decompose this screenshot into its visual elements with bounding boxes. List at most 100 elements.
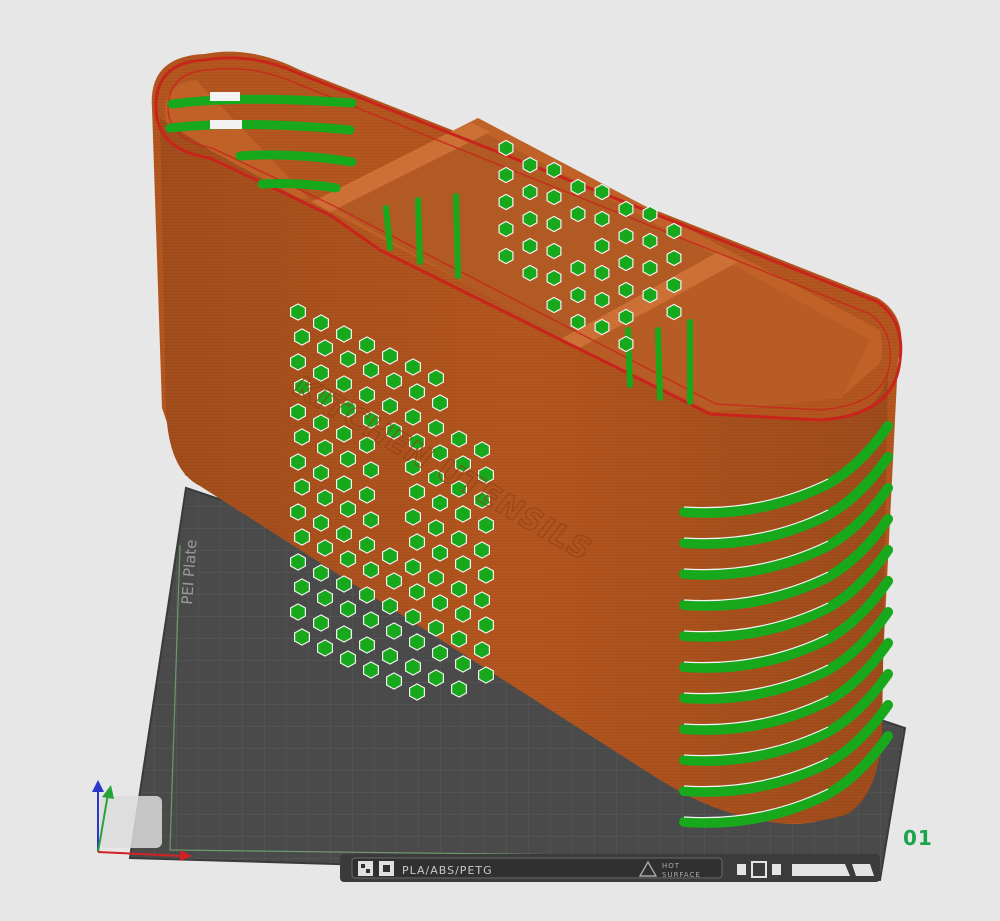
hex-hole [290, 353, 306, 371]
hex-hole [359, 486, 375, 504]
3d-viewport[interactable]: PEI Plate PLA/ABS/PETG HOT SURFACE KITCH… [0, 0, 1000, 921]
hex-hole [382, 347, 398, 365]
hex-hole [618, 308, 634, 326]
hex-hole [294, 328, 310, 346]
hex-hole [594, 291, 610, 309]
hex-hole [313, 514, 329, 532]
hex-hole [451, 530, 467, 548]
plate-index: 01 [903, 826, 933, 850]
hex-hole [340, 600, 356, 618]
hex-hole [336, 475, 352, 493]
hex-hole [522, 156, 538, 174]
hex-hole [428, 369, 444, 387]
hex-hole [409, 683, 425, 701]
hex-hole [428, 519, 444, 537]
hex-hole [405, 358, 421, 376]
hex-hole [666, 222, 682, 240]
hex-hole [340, 450, 356, 468]
hex-hole [618, 254, 634, 272]
hex-hole [363, 611, 379, 629]
hex-hole [498, 166, 514, 184]
hex-hole [428, 419, 444, 437]
hex-hole [317, 639, 333, 657]
hex-hole [359, 536, 375, 554]
hex-hole [451, 430, 467, 448]
hex-hole [336, 625, 352, 643]
hex-hole [522, 264, 538, 282]
hex-hole [386, 372, 402, 390]
hex-hole [294, 628, 310, 646]
hex-hole [313, 614, 329, 632]
hex-hole [474, 641, 490, 659]
hex-hole [618, 281, 634, 299]
hex-hole [317, 439, 333, 457]
hex-hole [618, 335, 634, 353]
hex-hole [478, 516, 494, 534]
hex-hole [478, 666, 494, 684]
hex-hole [570, 205, 586, 223]
hex-hole [294, 528, 310, 546]
hex-hole [363, 361, 379, 379]
hex-hole [522, 237, 538, 255]
hex-hole [455, 655, 471, 673]
hex-hole [498, 247, 514, 265]
hex-hole [432, 494, 448, 512]
hex-hole [313, 464, 329, 482]
hex-hole [642, 286, 658, 304]
hex-hole [428, 569, 444, 587]
hex-hole [409, 633, 425, 651]
hex-hole [409, 533, 425, 551]
hex-hole [432, 644, 448, 662]
hex-hole [290, 503, 306, 521]
hex-hole [386, 672, 402, 690]
hex-hole [432, 544, 448, 562]
hex-hole [405, 658, 421, 676]
hex-hole [522, 183, 538, 201]
hex-hole [405, 558, 421, 576]
hex-hole [666, 303, 682, 321]
filament-type-label: PLA/ABS/PETG [402, 864, 493, 877]
hex-hole [474, 541, 490, 559]
hex-hole [618, 200, 634, 218]
hex-hole [336, 525, 352, 543]
hex-hole [451, 680, 467, 698]
hex-hole [386, 622, 402, 640]
hex-hole [382, 597, 398, 615]
hex-hole [382, 647, 398, 665]
hex-hole [363, 511, 379, 529]
hex-hole [340, 550, 356, 568]
hex-hole [570, 286, 586, 304]
hex-hole [336, 325, 352, 343]
hex-hole [405, 508, 421, 526]
hex-hole [317, 339, 333, 357]
hex-hole [359, 386, 375, 404]
hex-hole [290, 603, 306, 621]
hex-hole [294, 478, 310, 496]
hex-hole [294, 428, 310, 446]
hex-hole [666, 249, 682, 267]
hex-hole [546, 161, 562, 179]
hex-hole [642, 205, 658, 223]
hex-hole [455, 605, 471, 623]
hex-hole [570, 178, 586, 196]
hex-hole [409, 383, 425, 401]
hex-hole [570, 313, 586, 331]
hex-hole [455, 555, 471, 573]
hex-hole [455, 505, 471, 523]
hex-hole [294, 578, 310, 596]
hex-hole [618, 227, 634, 245]
hex-hole [336, 575, 352, 593]
hex-hole [570, 259, 586, 277]
hex-hole [340, 500, 356, 518]
hex-hole [363, 461, 379, 479]
hex-hole [594, 318, 610, 336]
hex-hole [382, 397, 398, 415]
hex-hole [405, 608, 421, 626]
hex-hole [474, 441, 490, 459]
hex-hole [666, 276, 682, 294]
hex-hole [313, 314, 329, 332]
hex-hole [317, 489, 333, 507]
viewport-scene[interactable]: PEI Plate PLA/ABS/PETG HOT SURFACE KITCH… [0, 0, 1000, 921]
hex-hole [642, 259, 658, 277]
hex-hole [290, 453, 306, 471]
